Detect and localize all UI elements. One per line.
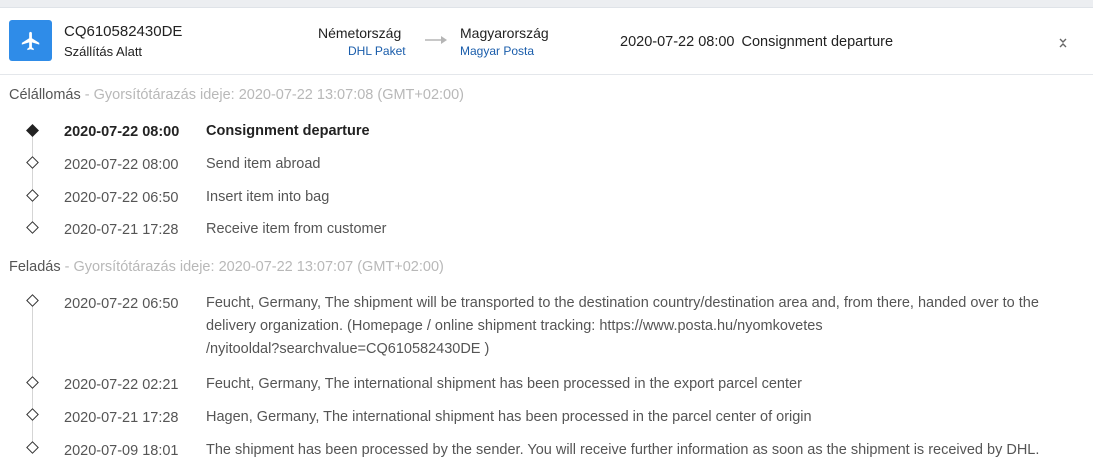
cache-time: 2020-07-22 13:07:07 (GMT+02:00) (218, 259, 444, 275)
timeline-marker (26, 294, 39, 307)
route-arrow-icon (425, 36, 447, 44)
timeline-line (32, 130, 33, 229)
section-separator: - (60, 259, 74, 275)
timeline-marker (26, 221, 39, 234)
description-line: delivery organization. (Homepage / onlin… (206, 318, 823, 334)
airplane-icon (21, 31, 39, 50)
airplane-badge (9, 20, 52, 61)
description-line: Feucht, Germany, The shipment will be tr… (206, 295, 1039, 311)
event-description-multiline: Feucht, Germany, The shipment will be tr… (206, 292, 1039, 361)
latest-event-description: Consignment departure (741, 34, 894, 50)
timeline-marker (26, 408, 39, 421)
timeline-marker-current (26, 124, 39, 137)
shipment-header[interactable]: CQ610582430DE Szállítás Alatt Németorszá… (0, 7, 1093, 75)
event-time: 2020-07-22 06:50 (64, 190, 179, 206)
destination-section-title: Célállomás - Gyorsítótárazás ideje: 2020… (9, 87, 464, 103)
collapse-icon[interactable] (1056, 36, 1070, 50)
destination-carrier-link[interactable]: Magyar Posta (460, 44, 534, 58)
section-separator: - (80, 87, 94, 103)
event-time: 2020-07-21 17:28 (64, 222, 179, 238)
event-time: 2020-07-22 06:50 (64, 296, 179, 312)
timeline-marker (26, 156, 39, 169)
event-description: Consignment departure (206, 123, 370, 139)
timeline-marker (26, 376, 39, 389)
origin-section-title: Feladás - Gyorsítótárazás ideje: 2020-07… (9, 259, 444, 275)
top-border (0, 0, 1093, 7)
event-description: The shipment has been processed by the s… (206, 442, 1040, 458)
timeline-marker (26, 189, 39, 202)
event-time: 2020-07-21 17:28 (64, 410, 179, 426)
event-time: 2020-07-09 18:01 (64, 443, 179, 459)
event-description: Send item abroad (206, 156, 321, 172)
event-time: 2020-07-22 08:00 (64, 124, 180, 140)
event-time: 2020-07-22 02:21 (64, 377, 179, 393)
event-description: Receive item from customer (206, 221, 387, 237)
timeline-marker (26, 441, 39, 454)
tracking-number: CQ610582430DE (64, 23, 183, 40)
destination-country: Magyarország (460, 25, 549, 41)
cache-label: Gyorsítótárazás ideje: (93, 87, 235, 103)
cache-time: 2020-07-22 13:07:08 (GMT+02:00) (238, 87, 464, 103)
section-name: Célállomás (9, 87, 81, 103)
event-description: Insert item into bag (206, 189, 330, 205)
description-line: /nyitooldal?searchvalue=CQ610582430DE ) (206, 341, 490, 357)
shipment-status: Szállítás Alatt (64, 44, 143, 59)
event-description: Hagen, Germany, The international shipme… (206, 409, 812, 425)
cache-label: Gyorsítótárazás ideje: (73, 259, 215, 275)
section-name: Feladás (9, 259, 61, 275)
event-description: Feucht, Germany, The international shipm… (206, 376, 802, 392)
event-time: 2020-07-22 08:00 (64, 157, 179, 173)
latest-event-time: 2020-07-22 08:00 (620, 34, 735, 50)
origin-carrier-link[interactable]: DHL Paket (348, 44, 406, 58)
latest-event: 2020-07-22 08:00 Consignment departure (620, 34, 893, 50)
origin-country: Németország (318, 25, 402, 41)
